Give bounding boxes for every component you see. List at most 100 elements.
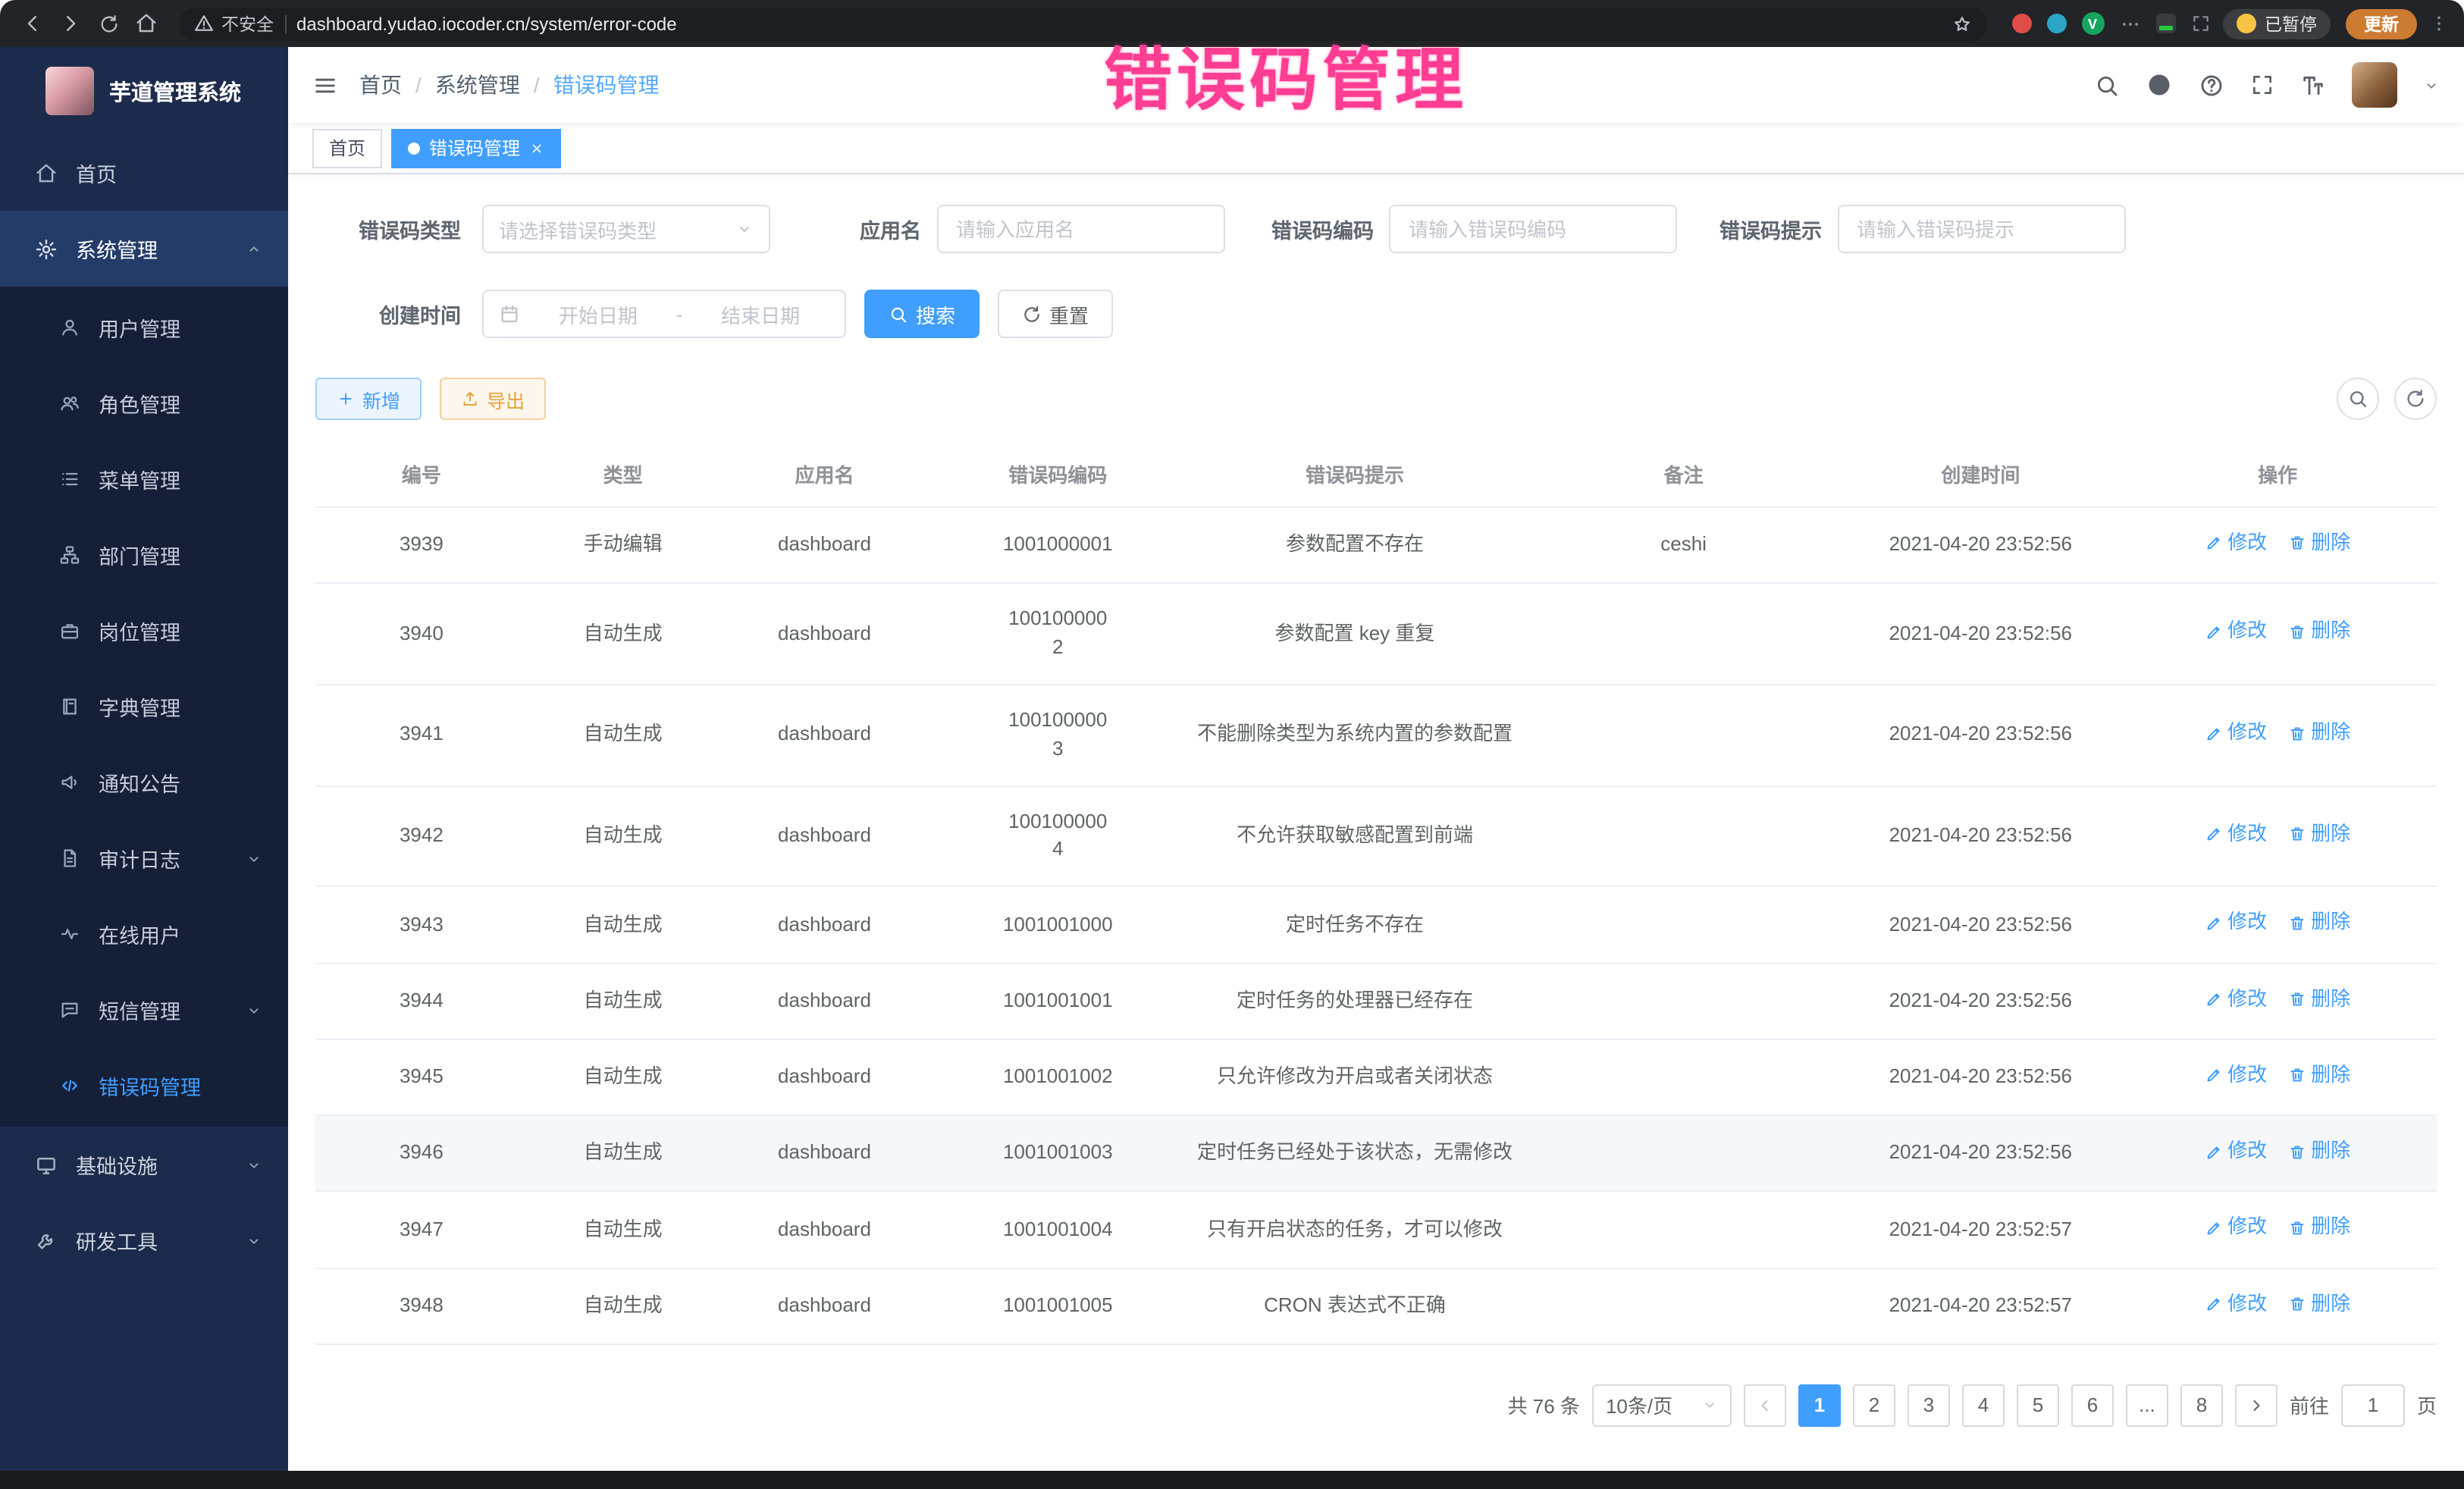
delete-link[interactable]: 删除 — [2288, 529, 2350, 558]
page-button[interactable]: 6 — [2071, 1384, 2114, 1427]
prev-page-button[interactable] — [1744, 1384, 1786, 1427]
goto-page-input[interactable] — [2341, 1384, 2405, 1427]
delete-link[interactable]: 删除 — [2288, 985, 2350, 1014]
extension-teal-icon[interactable] — [2046, 14, 2066, 33]
error-code-input[interactable] — [1389, 205, 1677, 253]
fullscreen-icon[interactable] — [2250, 73, 2274, 97]
page-button[interactable]: 5 — [2017, 1384, 2059, 1427]
security-indicator[interactable]: 不安全 — [194, 11, 274, 36]
sidebar-item-system[interactable]: 系统管理 — [0, 211, 288, 287]
sidebar-item-home[interactable]: 首页 — [0, 135, 288, 211]
app-name-input[interactable] — [936, 205, 1224, 253]
browser-reload-button[interactable] — [91, 6, 126, 41]
search-button[interactable]: 搜索 — [864, 290, 980, 338]
next-page-button[interactable] — [2235, 1384, 2277, 1427]
sidebar-subitem[interactable]: 短信管理 — [0, 972, 288, 1048]
system-submenu: 用户管理 角色管理 菜单管理 部门管理 岗位管理 字典管理 通知公告 审计日志 — [0, 287, 288, 1127]
cell-message: 只有开启状态的任务，才可以修改 — [1185, 1192, 1525, 1268]
edit-link[interactable]: 修改 — [2205, 1137, 2267, 1166]
delete-link[interactable]: 删除 — [2288, 909, 2350, 938]
address-bar[interactable]: 不安全 dashboard.yudao.iocoder.cn/system/er… — [179, 7, 1987, 40]
edit-link[interactable]: 修改 — [2205, 529, 2267, 558]
submenu-icon — [59, 317, 80, 338]
delete-link[interactable]: 删除 — [2288, 1137, 2350, 1166]
page-button[interactable]: 1 — [1798, 1384, 1841, 1427]
sidebar-item-infra[interactable]: 基础设施 — [0, 1127, 288, 1202]
page-button[interactable]: 2 — [1853, 1384, 1895, 1427]
github-icon[interactable] — [2146, 71, 2173, 99]
tab-home[interactable]: 首页 — [312, 128, 382, 168]
extension-dark-icon[interactable] — [2155, 14, 2175, 33]
avatar-caret-icon[interactable] — [2423, 77, 2440, 93]
browser-back-button[interactable] — [15, 6, 50, 41]
screen: 不安全 dashboard.yudao.iocoder.cn/system/er… — [0, 0, 2464, 1489]
bookmark-star-icon[interactable] — [1951, 13, 1972, 34]
collapse-menu-button[interactable] — [312, 72, 338, 98]
user-avatar[interactable] — [2352, 62, 2397, 108]
sidebar-subitem[interactable]: 字典管理 — [0, 669, 288, 744]
edit-link[interactable]: 修改 — [2205, 719, 2267, 748]
page-button[interactable]: 8 — [2180, 1384, 2223, 1427]
trash-icon — [2288, 724, 2306, 742]
edit-icon — [2205, 724, 2223, 742]
help-icon[interactable] — [2199, 72, 2224, 98]
refresh-table-button[interactable] — [2394, 378, 2437, 420]
page-ellipsis[interactable]: ... — [2126, 1384, 2168, 1427]
extension-grid-icon[interactable] — [2119, 13, 2140, 34]
edit-link[interactable]: 修改 — [2205, 1214, 2267, 1243]
sidebar-subitem[interactable]: 部门管理 — [0, 517, 288, 593]
delete-link[interactable]: 删除 — [2288, 820, 2350, 849]
delete-link[interactable]: 删除 — [2288, 719, 2350, 748]
sidebar-item-tools[interactable]: 研发工具 — [0, 1202, 288, 1278]
page-button[interactable]: 4 — [1962, 1384, 2005, 1427]
edit-link[interactable]: 修改 — [2205, 1290, 2267, 1318]
extension-red-icon[interactable] — [2011, 14, 2031, 33]
paused-badge[interactable]: 已暂停 — [2222, 8, 2331, 39]
cell-message: CRON 表达式不正确 — [1185, 1268, 1525, 1344]
sidebar-subitem[interactable]: 用户管理 — [0, 290, 288, 365]
sidebar-subitem[interactable]: 角色管理 — [0, 365, 288, 441]
close-tab-icon[interactable] — [529, 140, 544, 155]
sidebar-subitem[interactable]: 在线用户 — [0, 896, 288, 972]
extensions-puzzle-icon[interactable] — [2190, 14, 2210, 33]
breadcrumb-home[interactable]: 首页 — [359, 70, 402, 100]
delete-link[interactable]: 删除 — [2288, 1214, 2350, 1243]
font-size-icon[interactable] — [2300, 72, 2326, 98]
cell-app: dashboard — [719, 1115, 931, 1192]
delete-link[interactable]: 删除 — [2288, 618, 2350, 647]
sidebar-subitem[interactable]: 菜单管理 — [0, 441, 288, 517]
sidebar-subitem[interactable]: 通知公告 — [0, 744, 288, 820]
cell-memo: ceshi — [1525, 507, 1843, 584]
reset-button[interactable]: 重置 — [998, 290, 1113, 338]
breadcrumb-system[interactable]: 系统管理 — [435, 70, 520, 100]
browser-home-button[interactable] — [129, 6, 164, 41]
toggle-search-button[interactable] — [2337, 378, 2379, 420]
edit-link[interactable]: 修改 — [2205, 820, 2267, 849]
filter-row-1: 错误码类型 请选择错误码类型 应用名 错误码编码 错误码提示 — [315, 205, 2437, 253]
error-type-select[interactable]: 请选择错误码类型 — [482, 205, 770, 253]
export-button[interactable]: 导出 — [440, 378, 546, 420]
cell-app: dashboard — [719, 584, 931, 685]
delete-link[interactable]: 删除 — [2288, 1061, 2350, 1090]
page-button[interactable]: 3 — [1908, 1384, 1950, 1427]
browser-update-button[interactable]: 更新 — [2346, 8, 2417, 39]
edit-link[interactable]: 修改 — [2205, 618, 2267, 647]
browser-forward-button[interactable] — [53, 6, 88, 41]
page-size-select[interactable]: 10条/页 — [1592, 1384, 1732, 1427]
add-button[interactable]: 新增 — [315, 378, 422, 420]
edit-link[interactable]: 修改 — [2205, 1061, 2267, 1090]
error-hint-input[interactable] — [1837, 205, 2125, 253]
app-logo[interactable]: 芋道管理系统 — [0, 47, 288, 135]
delete-link[interactable]: 删除 — [2288, 1290, 2350, 1318]
cell-message: 定时任务的处理器已经存在 — [1185, 963, 1525, 1039]
search-icon[interactable] — [2094, 72, 2120, 98]
extension-v-icon[interactable]: V — [2081, 12, 2104, 35]
edit-link[interactable]: 修改 — [2205, 909, 2267, 938]
date-range-picker[interactable]: 开始日期 - 结束日期 — [482, 290, 846, 338]
sidebar-subitem[interactable]: 岗位管理 — [0, 593, 288, 669]
edit-link[interactable]: 修改 — [2205, 985, 2267, 1014]
tab-error-code[interactable]: 错误码管理 — [391, 128, 561, 168]
sidebar-subitem[interactable]: 审计日志 — [0, 820, 288, 896]
browser-menu-icon[interactable] — [2429, 14, 2449, 33]
sidebar-subitem[interactable]: 错误码管理 — [0, 1048, 288, 1124]
